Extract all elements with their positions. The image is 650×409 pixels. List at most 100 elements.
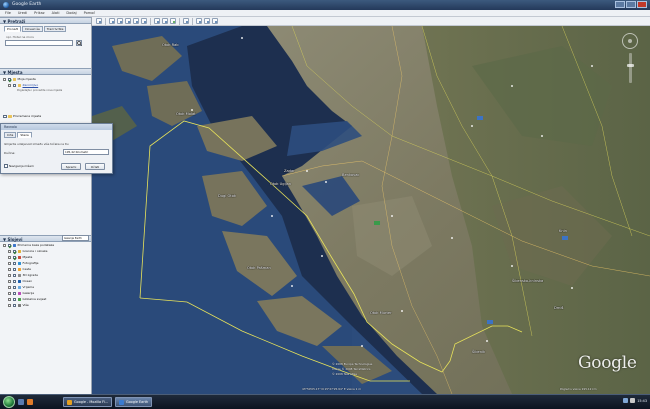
place-my-places[interactable]: Moja mjesta: [3, 77, 36, 82]
minimize-button[interactable]: [615, 1, 625, 8]
checkbox[interactable]: [12, 297, 16, 302]
map-viewport[interactable]: Otok Rab Otok Molat Otok Ugljan Zadar Be…: [92, 26, 650, 394]
sunlight-icon[interactable]: [162, 18, 168, 24]
expand-icon[interactable]: [8, 84, 11, 87]
taskbar-item-firefox[interactable]: Google - Mozilla Fi...: [63, 397, 112, 407]
layer-row[interactable]: Ocean: [8, 279, 32, 284]
places-panel-header[interactable]: ▼ Mjesta: [0, 68, 91, 75]
map-label[interactable]: Otok Pašman: [247, 266, 271, 270]
record-tour-icon[interactable]: [141, 18, 147, 24]
checkbox[interactable]: [12, 249, 16, 254]
satellite-imagery[interactable]: [92, 26, 650, 394]
map-label[interactable]: Šibensko-kninska: [512, 279, 543, 283]
tab-line[interactable]: Crta: [4, 132, 17, 138]
layer-row[interactable]: Galerija: [8, 291, 34, 296]
checkbox[interactable]: [12, 291, 16, 296]
menu-file[interactable]: File: [5, 10, 11, 16]
image-overlay-icon[interactable]: [133, 18, 139, 24]
layer-row[interactable]: Fotografije: [8, 261, 39, 266]
expand-icon[interactable]: [8, 256, 11, 259]
menu-add[interactable]: Dodaj: [66, 10, 76, 16]
tab-path[interactable]: Staza: [17, 132, 32, 138]
search-input[interactable]: [5, 40, 73, 46]
checkbox[interactable]: [12, 255, 16, 260]
mouse-navigation-option[interactable]: Navigacija mišem: [4, 164, 34, 168]
expand-icon[interactable]: [8, 274, 11, 277]
map-label[interactable]: Knin: [559, 229, 567, 233]
close-button[interactable]: [637, 1, 647, 8]
save-button[interactable]: Spremi: [61, 163, 81, 170]
compass-icon[interactable]: [622, 33, 638, 49]
earth-gallery-button[interactable]: Galerija Earth: [62, 235, 89, 241]
add-placemark-icon[interactable]: [109, 18, 115, 24]
checkbox[interactable]: [12, 267, 16, 272]
length-value-field[interactable]: 195,42 Kilometri: [63, 149, 109, 155]
expand-icon[interactable]: [8, 286, 11, 289]
maximize-button[interactable]: [626, 1, 636, 8]
layer-row[interactable]: Granice i oznake: [8, 249, 48, 254]
menu-view[interactable]: Prikaz: [34, 10, 44, 16]
network-icon[interactable]: [623, 398, 629, 403]
menu-edit[interactable]: Uredi: [18, 10, 27, 16]
tab-fly-to[interactable]: Pronađi: [4, 26, 22, 32]
expand-icon[interactable]: [8, 268, 11, 271]
sky-icon[interactable]: [170, 18, 176, 24]
zoom-slider[interactable]: [629, 53, 632, 83]
search-button[interactable]: [76, 40, 82, 46]
checkbox[interactable]: [12, 261, 16, 266]
layer-row[interactable]: 3D zgrade: [8, 273, 38, 278]
checkbox[interactable]: [12, 285, 16, 290]
menu-tools[interactable]: Alati: [52, 10, 60, 16]
zoom-slider-handle[interactable]: [627, 64, 634, 67]
checkbox[interactable]: [12, 83, 16, 88]
print-icon[interactable]: [204, 18, 210, 24]
checkbox[interactable]: [4, 164, 8, 168]
map-label[interactable]: Otok Rab: [162, 43, 179, 47]
tab-find-businesses[interactable]: Trazi tvrtke: [43, 26, 67, 32]
checkbox[interactable]: [12, 303, 16, 308]
layer-row[interactable]: Mjesta: [8, 255, 32, 260]
map-label[interactable]: Dugi Otok: [218, 194, 236, 198]
layer-row[interactable]: Primarna baza podataka: [3, 243, 54, 248]
layer-row[interactable]: Više: [8, 303, 29, 308]
clock[interactable]: 15:43: [637, 399, 647, 403]
quick-launch-icon[interactable]: [27, 399, 33, 405]
checkbox[interactable]: [12, 273, 16, 278]
checkbox[interactable]: [7, 243, 11, 248]
place-sightseeing[interactable]: Zanimljivo: [8, 83, 38, 88]
expand-icon[interactable]: [3, 244, 6, 247]
map-label[interactable]: Zadar: [284, 169, 295, 173]
checkbox[interactable]: [3, 114, 7, 119]
expand-icon[interactable]: [8, 250, 11, 253]
hide-sidebar-icon[interactable]: [96, 18, 102, 24]
layer-row[interactable]: Vrijeme: [8, 285, 34, 290]
map-label[interactable]: Benkovac: [342, 173, 359, 177]
expand-icon[interactable]: [3, 78, 6, 81]
expand-icon[interactable]: [8, 262, 11, 265]
clear-button[interactable]: Očisti: [85, 163, 105, 170]
map-label[interactable]: Otok Murter: [370, 311, 392, 315]
search-panel-header[interactable]: ▼ Pretraži: [0, 17, 91, 24]
view-in-maps-icon[interactable]: [212, 18, 218, 24]
layer-row[interactable]: Ceste: [8, 267, 31, 272]
add-path-icon[interactable]: [125, 18, 131, 24]
checkbox[interactable]: [7, 77, 11, 82]
expand-icon[interactable]: [8, 304, 11, 307]
menu-help[interactable]: Pomoć: [84, 10, 96, 16]
map-label[interactable]: Drniš: [554, 306, 563, 310]
tab-find-directions[interactable]: Dovezi še: [22, 26, 43, 32]
historical-imagery-icon[interactable]: [154, 18, 160, 24]
map-label[interactable]: Šibenik: [472, 350, 485, 354]
map-label[interactable]: Otok Ugljan: [270, 182, 291, 186]
layer-row[interactable]: Globalna svijest: [8, 297, 46, 302]
checkbox[interactable]: [12, 279, 16, 284]
add-polygon-icon[interactable]: [117, 18, 123, 24]
volume-icon[interactable]: [630, 398, 636, 403]
start-button[interactable]: [3, 396, 15, 408]
quick-launch-icon[interactable]: [18, 399, 24, 405]
expand-icon[interactable]: [8, 298, 11, 301]
map-label[interactable]: Otok Molat: [176, 112, 196, 116]
expand-icon[interactable]: [8, 280, 11, 283]
email-icon[interactable]: [196, 18, 202, 24]
ruler-icon[interactable]: [183, 18, 189, 24]
